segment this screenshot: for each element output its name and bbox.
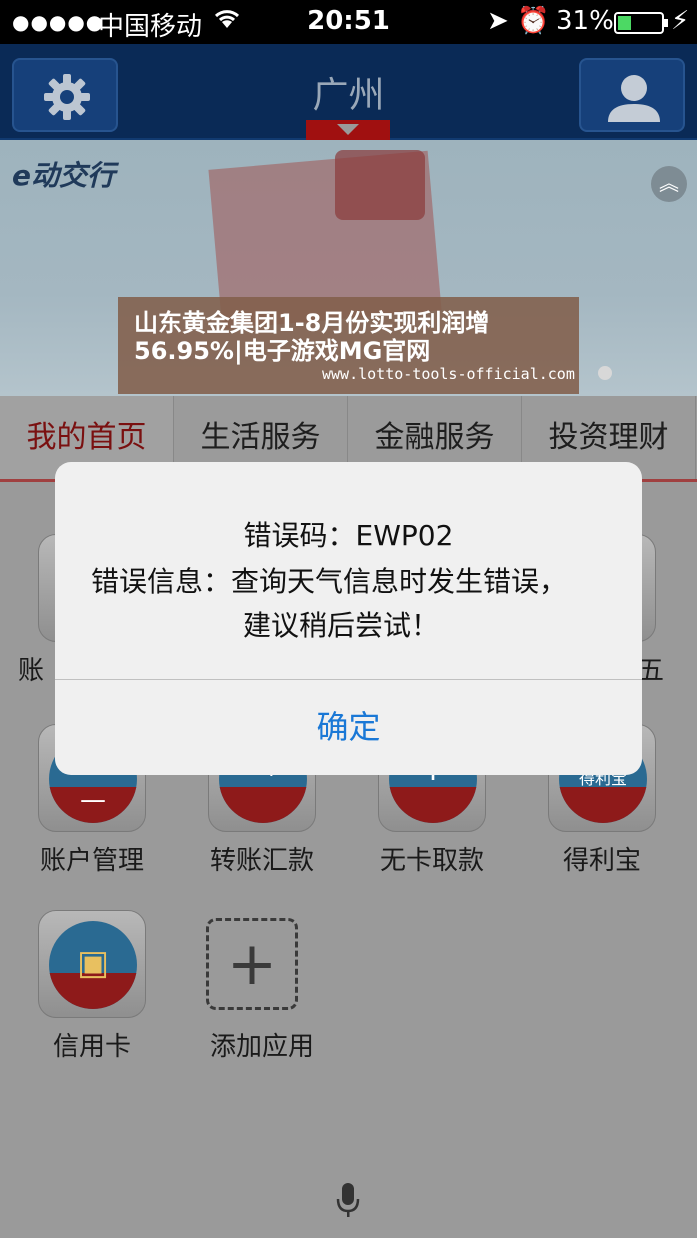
microphone-icon[interactable]	[335, 1183, 361, 1219]
banner-url: www.lotto-tools-official.com	[322, 365, 575, 383]
user-icon	[608, 75, 660, 122]
battery-icon	[614, 12, 668, 34]
banner-artwork-badge	[335, 150, 425, 220]
location-arrow-icon: ➤	[487, 6, 509, 36]
profile-button[interactable]	[579, 58, 685, 132]
app-label: 转账汇款	[209, 846, 314, 876]
credit-card-icon: ▣	[49, 921, 137, 1009]
app-icon-tile: ▣	[38, 910, 146, 1018]
battery-percent: 31%	[556, 6, 614, 36]
collapse-banner-icon[interactable]: ︽	[651, 166, 687, 202]
alarm-icon: ⏰	[517, 6, 550, 36]
app-label: 得利宝	[562, 846, 641, 876]
banner-headline: 山东黄金集团1-8月份实现利润增56.95%|电子游戏MG官网	[134, 309, 490, 365]
plus-icon: +	[206, 918, 298, 1010]
charging-icon: ⚡	[671, 6, 690, 36]
confirm-button[interactable]: 确定	[55, 680, 642, 775]
battery-fill	[618, 16, 631, 30]
error-alert-dialog: 错误码：EWP02 错误信息：查询天气信息时发生错误， 建议稍后尝试！ 确定	[55, 462, 642, 775]
carousel-dot[interactable]	[598, 366, 612, 380]
app-label: 账户管理	[39, 846, 144, 876]
app-label: 五	[638, 656, 665, 686]
status-bar: ●●●●● 中国移动 20:51 ➤ ⏰ 31% ⚡	[0, 0, 697, 44]
error-info-text: 错误信息：查询天气信息时发生错误，	[91, 565, 568, 598]
bank-logo: e动交行	[12, 159, 115, 192]
promo-banner[interactable]: e动交行 ︽ 山东黄金集团1-8月份实现利润增56.95%|电子游戏MG官网 w…	[0, 140, 697, 396]
app-label: 添加应用	[209, 1032, 314, 1062]
app-label: 无卡取款	[379, 846, 484, 876]
banner-caption-box: 山东黄金集团1-8月份实现利润增56.95%|电子游戏MG官网 www.lott…	[118, 297, 579, 394]
error-code-text: 错误码：EWP02	[243, 519, 454, 552]
city-dropdown-chevron-icon[interactable]	[306, 120, 390, 140]
nav-bar: 广州	[0, 44, 697, 140]
app-label: 信用卡	[52, 1032, 131, 1062]
error-advice-text: 建议稍后尝试！	[243, 609, 440, 642]
